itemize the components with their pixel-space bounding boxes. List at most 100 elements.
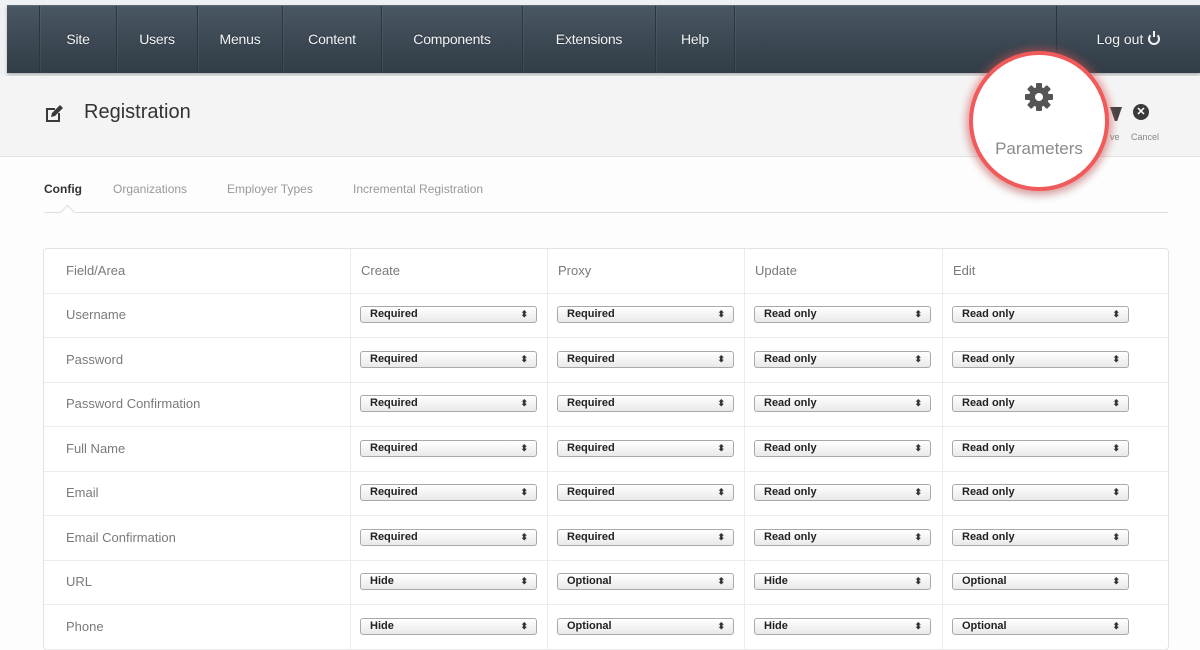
create-select[interactable]: Required ⬍ xyxy=(360,528,537,546)
table-row: Password Required ⬍ Required ⬍ Read only ⬍ Read… xyxy=(44,337,1168,383)
tab-organizations[interactable]: Organizations xyxy=(113,182,187,196)
parameters-button[interactable]: Parameters xyxy=(969,51,1109,191)
edit-select[interactable]: Optional ⬍ xyxy=(952,573,1129,590)
edit-select[interactable]: Read only ⬍ xyxy=(952,528,1129,546)
select-value: Read only xyxy=(764,486,817,498)
nav-menus[interactable]: Menus xyxy=(198,6,283,73)
select-value: Required xyxy=(567,397,615,409)
edit-select[interactable]: Read only ⬍ xyxy=(952,306,1129,323)
create-select[interactable]: Hide ⬍ xyxy=(360,617,537,635)
select-value: Required xyxy=(370,441,418,454)
proxy-select[interactable]: Required ⬍ xyxy=(557,395,734,412)
create-select[interactable]: Hide ⬍ xyxy=(360,573,537,590)
save-label[interactable]: ve xyxy=(1110,132,1120,142)
update-select[interactable]: Read only ⬍ xyxy=(754,395,931,412)
edit-select[interactable]: Optional ⬍ xyxy=(952,617,1129,635)
proxy-select[interactable]: Required ⬍ xyxy=(557,306,734,323)
update-select[interactable]: Read only ⬍ xyxy=(754,439,931,457)
table-row: Username Required ⬍ Required ⬍ Read only ⬍ Read… xyxy=(44,293,1168,338)
edit-select[interactable]: Read only ⬍ xyxy=(952,395,1129,412)
edit-select[interactable]: Read only ⬍ xyxy=(952,439,1129,457)
column-divider xyxy=(744,337,745,382)
edit-select[interactable]: Read only ⬍ xyxy=(952,350,1129,368)
select-arrows-icon: ⬍ xyxy=(520,620,528,631)
update-select[interactable]: Hide ⬍ xyxy=(754,573,931,590)
create-select[interactable]: Required ⬍ xyxy=(360,484,537,501)
column-divider xyxy=(350,515,351,560)
select-value: Required xyxy=(370,352,418,365)
select-value: Read only xyxy=(764,308,817,320)
gear-icon xyxy=(1025,83,1053,111)
table-row: Password Confirmation Required ⬍ Required ⬍ R… xyxy=(44,382,1168,427)
column-divider xyxy=(350,382,351,426)
table-row: Email Confirmation Required ⬍ Required ⬍ Read… xyxy=(44,515,1168,561)
column-divider xyxy=(744,382,745,426)
select-arrows-icon: ⬍ xyxy=(914,442,922,453)
column-divider xyxy=(547,382,548,426)
select-value: Hide xyxy=(370,575,394,587)
tab-employer-types[interactable]: Employer Types xyxy=(227,182,313,196)
nav-site[interactable]: Site xyxy=(40,6,117,73)
select-value: Required xyxy=(370,308,418,320)
select-value: Hide xyxy=(764,575,788,587)
select-arrows-icon: ⬍ xyxy=(1112,487,1120,497)
create-select[interactable]: Required ⬍ xyxy=(360,350,537,368)
cancel-icon[interactable]: ✕ xyxy=(1133,104,1149,120)
create-select[interactable]: Required ⬍ xyxy=(360,306,537,323)
select-value: Read only xyxy=(962,397,1015,409)
nav-components[interactable]: Components xyxy=(382,6,523,73)
table-header-row: Field/Area Create Proxy Update Edit xyxy=(44,249,1168,294)
proxy-select[interactable]: Required ⬍ xyxy=(557,350,734,368)
select-arrows-icon: ⬍ xyxy=(914,620,922,631)
select-value: Required xyxy=(370,530,418,543)
update-select[interactable]: Read only ⬍ xyxy=(754,306,931,323)
select-arrows-icon: ⬍ xyxy=(1112,398,1120,408)
nav-users[interactable]: Users xyxy=(117,6,198,73)
column-divider xyxy=(547,560,548,604)
select-arrows-icon: ⬍ xyxy=(914,353,922,364)
field-label: URL xyxy=(66,574,93,589)
column-divider xyxy=(350,604,351,649)
tab-incremental-registration[interactable]: Incremental Registration xyxy=(353,182,483,196)
column-divider xyxy=(547,249,548,293)
column-divider xyxy=(547,337,548,382)
column-divider xyxy=(942,426,943,471)
select-arrows-icon: ⬍ xyxy=(914,309,922,319)
column-divider xyxy=(744,293,745,337)
active-tab-caret xyxy=(59,204,76,221)
proxy-select[interactable]: Optional ⬍ xyxy=(557,617,734,635)
column-divider xyxy=(744,604,745,649)
select-value: Optional xyxy=(962,575,1007,587)
select-arrows-icon: ⬍ xyxy=(717,353,725,364)
select-arrows-icon: ⬍ xyxy=(520,353,528,364)
proxy-select[interactable]: Required ⬍ xyxy=(557,484,734,501)
edit-select[interactable]: Read only ⬍ xyxy=(952,484,1129,501)
edit-icon xyxy=(46,105,63,122)
proxy-select[interactable]: Optional ⬍ xyxy=(557,573,734,590)
update-select[interactable]: Read only ⬍ xyxy=(754,350,931,368)
select-arrows-icon: ⬍ xyxy=(520,487,528,497)
create-select[interactable]: Required ⬍ xyxy=(360,395,537,412)
column-header-create: Create xyxy=(361,263,401,278)
column-divider xyxy=(744,515,745,560)
nav-extensions[interactable]: Extensions xyxy=(523,6,656,73)
nav-content[interactable]: Content xyxy=(283,6,382,73)
nav-help[interactable]: Help xyxy=(656,6,735,73)
update-select[interactable]: Hide ⬍ xyxy=(754,617,931,635)
tab-config[interactable]: Config xyxy=(44,182,82,196)
proxy-select[interactable]: Required ⬍ xyxy=(557,528,734,546)
select-value: Required xyxy=(370,397,418,409)
update-select[interactable]: Read only ⬍ xyxy=(754,484,931,501)
select-value: Read only xyxy=(764,441,817,454)
cancel-label[interactable]: Cancel xyxy=(1131,132,1159,142)
update-select[interactable]: Read only ⬍ xyxy=(754,528,931,546)
create-select[interactable]: Required ⬍ xyxy=(360,439,537,457)
select-arrows-icon: ⬍ xyxy=(520,398,528,408)
table-row: URL Hide ⬍ Optional ⬍ Hide ⬍ Optional ⬍ xyxy=(44,560,1168,605)
column-divider xyxy=(744,249,745,293)
proxy-select[interactable]: Required ⬍ xyxy=(557,439,734,457)
select-value: Read only xyxy=(962,352,1015,365)
field-label: Phone xyxy=(66,618,104,634)
select-value: Optional xyxy=(567,619,612,632)
field-label: Email xyxy=(66,485,99,500)
